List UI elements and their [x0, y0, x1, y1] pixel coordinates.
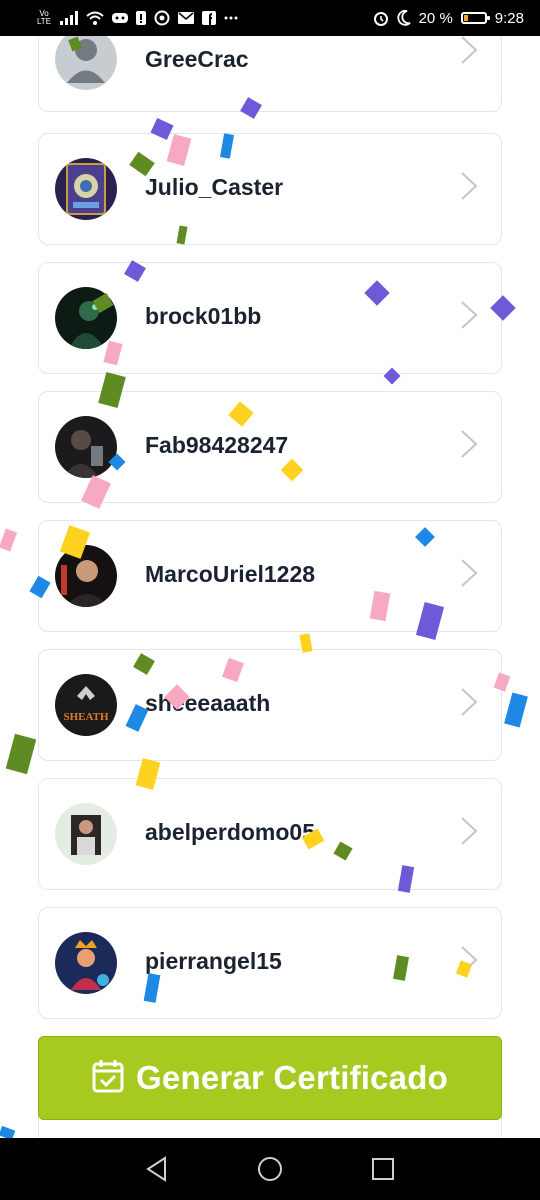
navigation-bar	[0, 1138, 540, 1200]
battery-percent: 20 %	[418, 9, 453, 27]
avatar-game-card	[55, 158, 117, 220]
avatar-sheath-logo: SHEATH	[55, 674, 117, 736]
recents-icon[interactable]	[363, 1149, 403, 1189]
user-list: GreeCrac Julio_Caster brock01bb Fab98428…	[0, 0, 540, 1138]
chevron-right-icon	[459, 299, 479, 336]
avatar-photo	[55, 416, 117, 478]
wifi-icon	[86, 11, 104, 25]
chevron-right-icon	[459, 34, 479, 71]
username: pierrangel15	[145, 948, 282, 974]
avatar-portrait	[55, 803, 117, 865]
calendar-check-icon	[92, 1059, 124, 1098]
whatsapp-icon	[154, 10, 170, 26]
username: sheeeaaath	[145, 690, 271, 716]
back-icon[interactable]	[137, 1149, 177, 1189]
chevron-right-icon	[459, 170, 479, 207]
generate-certificate-label: Generar Certificado	[136, 1059, 448, 1096]
generate-certificate-button[interactable]: Generar Certificado	[38, 1036, 502, 1120]
chevron-right-icon	[459, 428, 479, 465]
chevron-right-icon	[459, 944, 479, 981]
avatar-game-character	[55, 932, 117, 994]
chevron-right-icon	[459, 815, 479, 852]
chevron-right-icon	[459, 557, 479, 594]
facebook-icon	[202, 11, 216, 25]
user-card[interactable]: Julio_Caster	[38, 133, 502, 245]
username: Fab98428247	[145, 432, 289, 458]
user-card[interactable]: pierrangel15	[38, 907, 502, 1019]
user-card[interactable]: Fab98428247	[38, 391, 502, 503]
avatar-dark-figure	[55, 287, 117, 349]
username: Julio_Caster	[145, 174, 284, 200]
username: brock01bb	[145, 303, 262, 329]
sheath-logo-text: SHEATH	[63, 711, 108, 723]
alert-icon	[136, 11, 146, 25]
discord-icon	[112, 12, 128, 24]
more-icon	[224, 16, 238, 20]
avatar-default	[55, 28, 117, 90]
home-icon[interactable]	[250, 1149, 290, 1189]
chevron-right-icon	[459, 686, 479, 723]
avatar-selfie	[55, 545, 117, 607]
signal-icon	[60, 11, 78, 25]
user-card[interactable]: MarcoUriel1228	[38, 520, 502, 632]
clock: 9:28	[494, 9, 524, 27]
user-card[interactable]: abelperdomo05	[38, 778, 502, 890]
user-card[interactable]: brock01bb	[38, 262, 502, 374]
moon-icon	[397, 10, 411, 26]
alarm-icon	[373, 10, 389, 26]
username: GreeCrac	[145, 46, 249, 72]
status-bar: Vo LTE 20 % 9:28	[0, 0, 540, 36]
battery-icon	[460, 12, 490, 24]
username: abelperdomo05	[145, 819, 315, 845]
mail-icon	[178, 12, 194, 24]
user-card[interactable]: SHEATH sheeeaaath	[38, 649, 502, 761]
battery-level	[463, 15, 469, 21]
volte-indicator: Vo LTE	[36, 9, 52, 26]
username: MarcoUriel1228	[145, 561, 316, 587]
